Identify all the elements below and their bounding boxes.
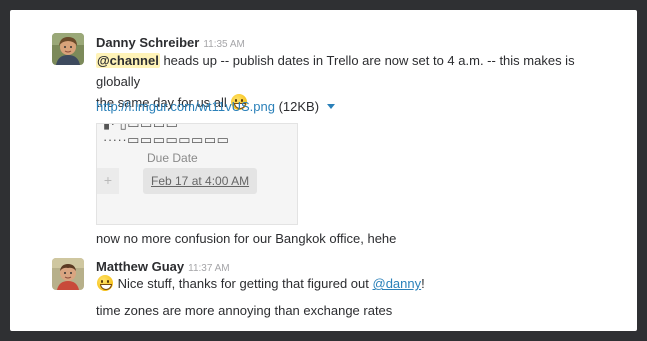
followup-text-content: now no more confusion for our Bangkok of… (96, 231, 397, 246)
user-mention[interactable]: @danny (373, 276, 422, 291)
attachment-link[interactable]: http://i.imgur.com/wt11vUS.png (96, 99, 275, 114)
followup-text: now no more confusion for our Bangkok of… (96, 228, 616, 249)
message-text-suffix: ! (421, 276, 425, 291)
chat-panel: Danny Schreiber 11:35 AM @channel heads u… (10, 10, 637, 331)
message-text: Nice stuff, thanks for getting that figu… (96, 273, 616, 294)
followup-text-content: time zones are more annoying than exchan… (96, 303, 393, 318)
timestamp[interactable]: 11:35 AM (203, 39, 245, 50)
due-date-label: Due Date (147, 151, 198, 165)
smile-emoji-icon (97, 275, 113, 291)
channel-mention[interactable]: @channel (96, 53, 160, 68)
chevron-down-icon[interactable] (326, 104, 335, 109)
avatar[interactable] (52, 33, 84, 65)
author-name[interactable]: Danny Schreiber 11:35 AM (96, 35, 245, 50)
plus-icon: + (97, 168, 119, 194)
cropped-text-fragment: ▮· ▯▭▭▭▭ ·····▭▭▭▭▭▭▭▭ (103, 123, 230, 147)
image-preview[interactable]: ▮· ▯▭▭▭▭ ·····▭▭▭▭▭▭▭▭ Due Date + Feb 17… (96, 123, 298, 225)
attachment-link-row: http://i.imgur.com/wt11vUS.png (12KB) (96, 96, 616, 117)
avatar-matthew-image (52, 258, 84, 290)
author-name-text[interactable]: Matthew Guay (96, 259, 184, 274)
due-date-button: Feb 17 at 4:00 AM (143, 168, 258, 194)
due-date-value: Feb 17 at 4:00 AM (151, 174, 250, 188)
followup-text: time zones are more annoying than exchan… (96, 300, 616, 321)
message-text-content: Nice stuff, thanks for getting that figu… (117, 276, 369, 291)
avatar-danny-image (52, 33, 84, 65)
attachment-size: (12KB) (278, 99, 320, 114)
author-name[interactable]: Matthew Guay 11:37 AM (96, 259, 230, 274)
author-name-text[interactable]: Danny Schreiber (96, 35, 199, 50)
avatar[interactable] (52, 258, 84, 290)
message-text-line1: heads up -- publish dates in Trello are … (96, 53, 575, 89)
